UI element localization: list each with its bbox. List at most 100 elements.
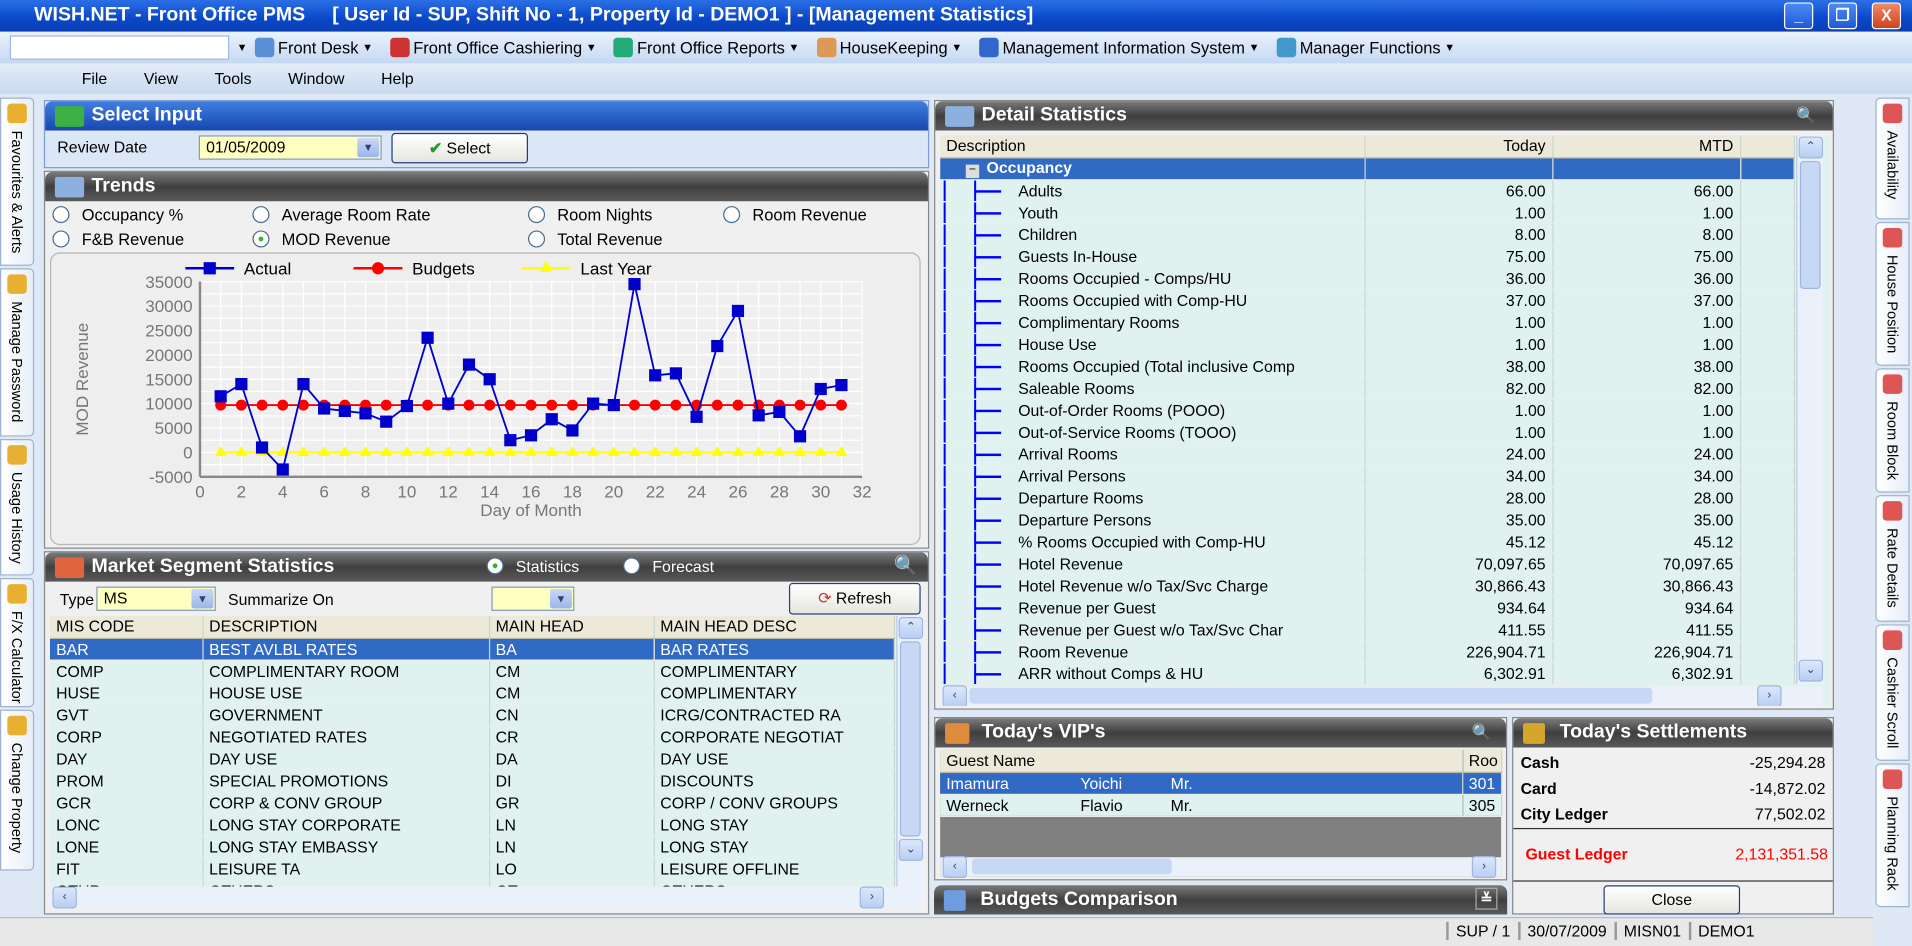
table-row[interactable]: COMP COMPLIMENTARY ROOM CM COMPLIMENTARY <box>49 659 895 683</box>
summarize-select[interactable]: ▼ <box>491 586 575 611</box>
right-tab-0[interactable]: Availability <box>1875 97 1910 220</box>
vip-row[interactable]: Imamura Yoichi Mr. 301 <box>940 771 1502 795</box>
table-row[interactable]: GCR CORP & CONV GROUP GR CORP / CONV GROUPS <box>49 791 895 814</box>
radio-label: MOD Revenue <box>281 230 391 249</box>
trend-radio-5[interactable]: MOD Revenue <box>252 230 391 249</box>
vip-row[interactable]: Werneck Flavio Mr. 305 <box>940 793 1502 817</box>
left-tab-1[interactable]: Manage Password <box>0 268 35 437</box>
toolbar-menu-2[interactable]: Front Office Reports ▼ <box>613 37 799 58</box>
table-row[interactable]: House Use 1.00 1.00 <box>940 332 1795 356</box>
horizontal-scrollbar[interactable]: ‹ › <box>940 856 1502 878</box>
toolbar-menu-1[interactable]: Front Office Cashiering ▼ <box>390 37 597 58</box>
table-row[interactable]: Youth 1.00 1.00 <box>940 201 1795 224</box>
table-row[interactable]: Room Revenue 226,904.71 226,904.71 <box>940 640 1795 663</box>
toolbar-menu-0[interactable]: Front Desk ▼ <box>254 37 373 58</box>
table-row[interactable]: Complimentary Rooms 1.00 1.00 <box>940 310 1795 334</box>
budgets-comparison-panel[interactable]: Budgets Comparison ≚ <box>934 885 1508 915</box>
review-date-picker[interactable]: 01/05/2009 ▼ <box>198 135 382 160</box>
zoom-icon[interactable]: 🔍 <box>894 552 918 581</box>
left-tab-4[interactable]: Change Property <box>0 709 35 871</box>
column-header[interactable]: Description <box>940 135 1366 158</box>
table-row[interactable]: Adults 66.00 66.00 <box>940 179 1795 202</box>
table-row[interactable]: Saleable Rooms 82.00 82.00 <box>940 376 1795 400</box>
table-row[interactable]: BAR BEST AVLBL RATES BA BAR RATES <box>49 637 895 661</box>
menu-view[interactable]: View <box>126 70 197 88</box>
table-row[interactable]: DAY DAY USE DA DAY USE <box>49 747 895 771</box>
table-row[interactable]: Rooms Occupied with Comp-HU 37.00 37.00 <box>940 288 1795 312</box>
table-row[interactable]: Guests In-House 75.00 75.00 <box>940 245 1795 268</box>
right-tab-3[interactable]: Rate Details <box>1875 495 1910 622</box>
table-row[interactable]: Out-of-Order Rooms (POOO) 1.00 1.00 <box>940 398 1795 422</box>
table-row[interactable]: HUSE HOUSE USE CM COMPLIMENTARY <box>49 681 895 705</box>
select-button[interactable]: ✔ Select <box>391 132 529 164</box>
table-row[interactable]: Children 8.00 8.00 <box>940 223 1795 246</box>
toolbar-menu-4[interactable]: Management Information System ▼ <box>979 37 1259 58</box>
table-row[interactable]: LONC LONG STAY CORPORATE LN LONG STAY <box>49 813 895 836</box>
table-row[interactable]: Revenue per Guest 934.64 934.64 <box>940 596 1795 619</box>
zoom-icon[interactable]: 🔍 <box>1796 101 1816 130</box>
column-header[interactable]: Roo <box>1462 749 1502 773</box>
table-row[interactable]: CORP NEGOTIATED RATES CR CORPORATE NEGOTIAT <box>49 725 895 749</box>
menu-tools[interactable]: Tools <box>196 70 270 88</box>
table-row[interactable]: Departure Persons 35.00 35.00 <box>940 508 1795 532</box>
table-row[interactable]: GVT GOVERNMENT CN ICRG/CONTRACTED RA <box>49 703 895 727</box>
table-row[interactable]: Hotel Revenue w/o Tax/Svc Charge 30,866.4… <box>940 574 1795 597</box>
table-row[interactable]: Arrival Rooms 24.00 24.00 <box>940 442 1795 466</box>
table-row[interactable]: Rooms Occupied (Total inclusive Comp 38.0… <box>940 354 1795 378</box>
table-row[interactable]: Revenue per Guest w/o Tax/Svc Char 411.55… <box>940 618 1795 641</box>
left-tab-2[interactable]: Usage History <box>0 438 35 576</box>
left-tab-0[interactable]: Favourites & Alerts <box>0 97 35 266</box>
right-tab-5[interactable]: Planning Rack <box>1875 763 1910 908</box>
close-button[interactable]: Close <box>1603 885 1741 915</box>
restore-button[interactable]: ❐ <box>1827 2 1858 30</box>
column-header[interactable]: MIS CODE <box>49 615 204 639</box>
left-tab-3[interactable]: F/X Calculator <box>0 577 35 708</box>
collapse-icon[interactable]: − <box>965 164 980 179</box>
toolbar-menu-5[interactable]: Manager Functions ▼ <box>1276 37 1455 58</box>
column-header[interactable]: MAIN HEAD DESC <box>653 615 895 639</box>
trend-radio-1[interactable]: Average Room Rate <box>252 206 431 224</box>
table-row[interactable]: PROM SPECIAL PROMOTIONS DI DISCOUNTS <box>49 769 895 793</box>
vertical-scrollbar[interactable]: ⌃ ⌄ <box>896 615 924 887</box>
zoom-icon[interactable]: 🔍 <box>1472 718 1492 747</box>
column-header[interactable]: DESCRIPTION <box>202 615 490 639</box>
table-row[interactable]: Hotel Revenue 70,097.65 70,097.65 <box>940 552 1795 575</box>
chevron-down-icon[interactable]: ▼ <box>237 41 248 53</box>
trend-radio-4[interactable]: F&B Revenue <box>52 230 184 249</box>
table-row[interactable]: ARR without Comps & HU 6,302.91 6,302.91 <box>940 662 1795 685</box>
table-row[interactable]: Arrival Persons 34.00 34.00 <box>940 464 1795 488</box>
right-tab-1[interactable]: House Position <box>1875 221 1910 366</box>
trend-radio-6[interactable]: Total Revenue <box>528 230 663 249</box>
type-select[interactable]: MS ▼ <box>96 586 216 611</box>
table-row[interactable]: Departure Rooms 28.00 28.00 <box>940 486 1795 510</box>
menu-help[interactable]: Help <box>363 70 432 88</box>
trend-radio-0[interactable]: Occupancy % <box>52 206 183 224</box>
close-window-button[interactable]: X <box>1871 2 1902 30</box>
minimize-button[interactable]: _ <box>1783 2 1814 30</box>
column-header[interactable]: Today <box>1364 135 1553 158</box>
horizontal-scrollbar[interactable]: ‹ › <box>940 685 1824 707</box>
table-row[interactable]: FIT LEISURE TA LO LEISURE OFFLINE <box>49 857 895 880</box>
expand-icon[interactable]: ≚ <box>1475 887 1498 910</box>
toolbar-menu-3[interactable]: HouseKeeping ▼ <box>816 37 962 58</box>
forecast-radio[interactable]: Forecast <box>623 552 714 581</box>
table-row[interactable]: % Rooms Occupied with Comp-HU 45.12 45.12 <box>940 530 1795 553</box>
horizontal-scrollbar[interactable]: ‹ › <box>49 886 924 909</box>
column-header[interactable]: MTD <box>1552 135 1741 158</box>
table-row[interactable]: LONE LONG STAY EMBASSY LN LONG STAY <box>49 835 895 858</box>
right-tab-4[interactable]: Cashier Scroll <box>1875 624 1910 761</box>
column-header[interactable]: MAIN HEAD <box>488 615 655 639</box>
trend-radio-2[interactable]: Room Nights <box>528 206 652 224</box>
menu-window[interactable]: Window <box>270 70 363 88</box>
statistics-radio[interactable]: Statistics <box>486 552 579 581</box>
menu-file[interactable]: File <box>63 70 125 88</box>
vertical-scrollbar[interactable]: ⌃ ⌄ <box>1796 135 1824 685</box>
toolbar-search-combo[interactable] <box>9 35 230 60</box>
table-row[interactable]: Rooms Occupied - Comps/HU 36.00 36.00 <box>940 267 1795 290</box>
column-header[interactable]: Guest Name <box>940 749 1463 773</box>
trend-radio-3[interactable]: Room Revenue <box>723 206 867 224</box>
refresh-button[interactable]: ⟳ Refresh <box>788 582 921 615</box>
table-row[interactable]: Out-of-Service Rooms (TOOO) 1.00 1.00 <box>940 420 1795 444</box>
group-row-occupancy[interactable]: − Occupancy <box>940 157 1795 180</box>
right-tab-2[interactable]: Room Block <box>1875 368 1910 493</box>
